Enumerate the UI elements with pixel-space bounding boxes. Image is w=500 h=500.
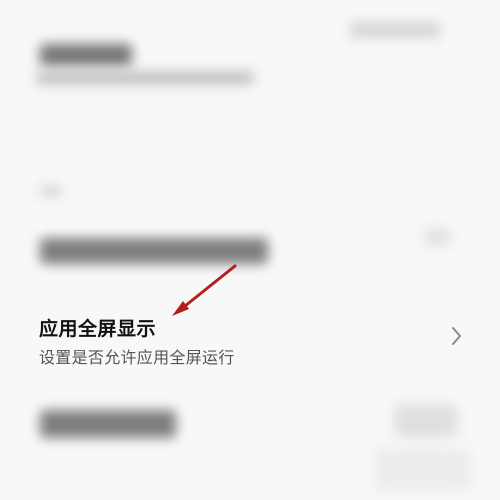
app-fullscreen-setting-row[interactable]: 应用全屏显示 设置是否允许应用全屏运行 (0, 304, 500, 372)
chevron-right-icon[interactable] (448, 324, 466, 348)
blurred-toggle-right (394, 404, 458, 438)
blurred-right-accessory (424, 228, 450, 246)
blurred-header-subtitle (36, 72, 254, 84)
blurred-bottom-right-block (374, 448, 472, 492)
blurred-header-title (40, 44, 132, 66)
settings-screen: 应用全屏显示 设置是否允许应用全屏运行 (0, 0, 500, 500)
blurred-setting-row-above (40, 238, 268, 264)
blurred-setting-row-below (40, 410, 176, 438)
blurred-top-right-block (350, 22, 440, 38)
setting-title: 应用全屏显示 (39, 318, 157, 340)
setting-subtitle: 设置是否允许应用全屏运行 (39, 348, 235, 367)
blurred-section-label (40, 186, 62, 196)
